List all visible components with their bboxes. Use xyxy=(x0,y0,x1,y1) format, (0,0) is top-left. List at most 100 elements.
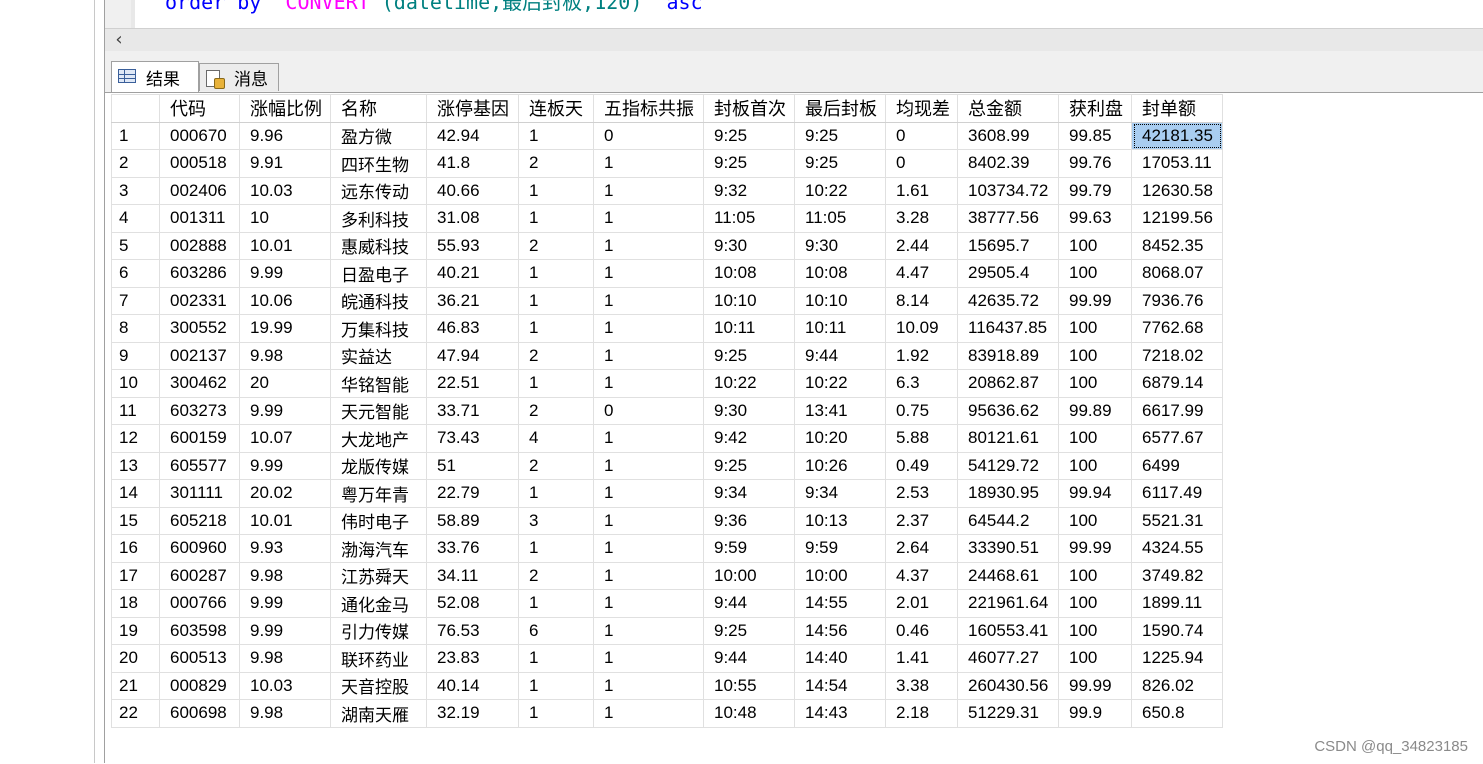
grid-cell[interactable]: 826.02 xyxy=(1132,672,1223,700)
grid-cell[interactable]: 20.02 xyxy=(240,480,331,508)
grid-cell[interactable]: 9:59 xyxy=(704,535,795,563)
grid-cell[interactable]: 大龙地产 xyxy=(331,425,427,453)
grid-cell[interactable]: 603273 xyxy=(160,397,240,425)
grid-cell[interactable]: 000670 xyxy=(160,122,240,150)
grid-cell[interactable]: 9:32 xyxy=(704,177,795,205)
row-number[interactable]: 1 xyxy=(112,122,160,150)
grid-cell[interactable]: 2 xyxy=(519,150,594,178)
grid-cell[interactable]: 4.37 xyxy=(886,562,958,590)
grid-cell[interactable]: 40.21 xyxy=(427,260,519,288)
grid-cell[interactable]: 160553.41 xyxy=(958,617,1059,645)
grid-cell[interactable]: 1 xyxy=(594,480,704,508)
grid-cell[interactable]: 1 xyxy=(594,150,704,178)
grid-cell[interactable]: 002888 xyxy=(160,232,240,260)
grid-cell[interactable]: 36.21 xyxy=(427,287,519,315)
grid-cell[interactable]: 10.03 xyxy=(240,177,331,205)
row-number[interactable]: 8 xyxy=(112,315,160,343)
grid-cell[interactable]: 73.43 xyxy=(427,425,519,453)
grid-cell[interactable]: 20862.87 xyxy=(958,370,1059,398)
grid-cell[interactable]: 1 xyxy=(594,590,704,618)
grid-cell[interactable]: 1 xyxy=(594,617,704,645)
grid-cell[interactable]: 650.8 xyxy=(1132,700,1223,728)
grid-cell[interactable]: 10 xyxy=(240,205,331,233)
grid-cell[interactable]: 300552 xyxy=(160,315,240,343)
grid-cell[interactable]: 14:40 xyxy=(795,645,886,673)
grid-cell[interactable]: 1 xyxy=(594,672,704,700)
grid-cell[interactable]: 1 xyxy=(519,590,594,618)
row-number[interactable]: 16 xyxy=(112,535,160,563)
row-number[interactable]: 9 xyxy=(112,342,160,370)
grid-cell[interactable]: 粤万年青 xyxy=(331,480,427,508)
grid-cell[interactable]: 29505.4 xyxy=(958,260,1059,288)
grid-cell[interactable]: 1 xyxy=(519,315,594,343)
row-number[interactable]: 12 xyxy=(112,425,160,453)
grid-cell[interactable]: 2.18 xyxy=(886,700,958,728)
grid-cell[interactable]: 7936.76 xyxy=(1132,287,1223,315)
grid-cell[interactable]: 100 xyxy=(1059,425,1132,453)
grid-cell[interactable]: 1 xyxy=(519,672,594,700)
grid-cell[interactable]: 惠威科技 xyxy=(331,232,427,260)
grid-cell[interactable]: 多利科技 xyxy=(331,205,427,233)
query-editor[interactable]: order by CONVERT (datetime,最后封板,120) asc xyxy=(105,0,1483,28)
grid-cell[interactable]: 2 xyxy=(519,342,594,370)
grid-cell[interactable]: 0 xyxy=(594,397,704,425)
grid-cell[interactable]: 51229.31 xyxy=(958,700,1059,728)
grid-cell[interactable]: 000829 xyxy=(160,672,240,700)
grid-cell[interactable]: 1 xyxy=(519,205,594,233)
grid-cell[interactable]: 2.64 xyxy=(886,535,958,563)
row-number[interactable]: 5 xyxy=(112,232,160,260)
grid-cell[interactable]: 1 xyxy=(594,315,704,343)
grid-cell[interactable]: 10.03 xyxy=(240,672,331,700)
grid-cell[interactable]: 10:20 xyxy=(795,425,886,453)
table-row[interactable]: 1030046220华铭智能22.511110:2210:226.320862.… xyxy=(112,370,1223,398)
grid-cell[interactable]: 40.14 xyxy=(427,672,519,700)
grid-cell[interactable]: 95636.62 xyxy=(958,397,1059,425)
grid-cell[interactable]: 7762.68 xyxy=(1132,315,1223,343)
grid-cell[interactable]: 603598 xyxy=(160,617,240,645)
grid-cell[interactable]: 3 xyxy=(519,507,594,535)
grid-cell[interactable]: 10:11 xyxy=(704,315,795,343)
grid-cell[interactable]: 1 xyxy=(594,260,704,288)
grid-cell[interactable]: 100 xyxy=(1059,452,1132,480)
grid-cell[interactable]: 8452.35 xyxy=(1132,232,1223,260)
grid-cell[interactable]: 9:42 xyxy=(704,425,795,453)
grid-cell[interactable]: 99.99 xyxy=(1059,535,1132,563)
grid-cell[interactable]: 3608.99 xyxy=(958,122,1059,150)
grid-cell[interactable]: 40.66 xyxy=(427,177,519,205)
table-row[interactable]: 2100082910.03天音控股40.141110:5514:543.3826… xyxy=(112,672,1223,700)
grid-cell[interactable]: 1 xyxy=(594,535,704,563)
grid-cell[interactable]: 100 xyxy=(1059,370,1132,398)
grid-cell[interactable]: 1.92 xyxy=(886,342,958,370)
grid-cell[interactable]: 9:25 xyxy=(795,122,886,150)
grid-cell[interactable]: 9:30 xyxy=(704,232,795,260)
grid-cell[interactable]: 1 xyxy=(519,177,594,205)
grid-cell[interactable]: 9.99 xyxy=(240,590,331,618)
grid-cell[interactable]: 1 xyxy=(594,232,704,260)
grid-cell[interactable]: 2.53 xyxy=(886,480,958,508)
grid-cell[interactable]: 0 xyxy=(886,122,958,150)
grid-cell[interactable]: 12199.56 xyxy=(1132,205,1223,233)
column-header[interactable]: 连板天 xyxy=(519,95,594,123)
grid-cell[interactable]: 7218.02 xyxy=(1132,342,1223,370)
grid-cell[interactable]: 22.51 xyxy=(427,370,519,398)
grid-cell[interactable]: 3.28 xyxy=(886,205,958,233)
column-header[interactable]: 封板首次 xyxy=(704,95,795,123)
grid-cell[interactable]: 4324.55 xyxy=(1132,535,1223,563)
grid-cell[interactable]: 9:34 xyxy=(795,480,886,508)
table-row[interactable]: 116032739.99天元智能33.71209:3013:410.759563… xyxy=(112,397,1223,425)
grid-cell[interactable]: 引力传媒 xyxy=(331,617,427,645)
grid-cell[interactable]: 8068.07 xyxy=(1132,260,1223,288)
grid-cell[interactable]: 19.99 xyxy=(240,315,331,343)
grid-cell[interactable]: 22.79 xyxy=(427,480,519,508)
grid-cell[interactable]: 51 xyxy=(427,452,519,480)
grid-cell[interactable]: 600287 xyxy=(160,562,240,590)
grid-cell[interactable]: 600159 xyxy=(160,425,240,453)
row-number[interactable]: 6 xyxy=(112,260,160,288)
grid-cell[interactable]: 600698 xyxy=(160,700,240,728)
grid-cell[interactable]: 2 xyxy=(519,562,594,590)
table-row[interactable]: 206005139.98联环药业23.83119:4414:401.414607… xyxy=(112,645,1223,673)
grid-cell[interactable]: 42.94 xyxy=(427,122,519,150)
column-header[interactable]: 获利盘 xyxy=(1059,95,1132,123)
grid-cell[interactable]: 9:25 xyxy=(704,452,795,480)
grid-cell[interactable]: 9:44 xyxy=(704,645,795,673)
